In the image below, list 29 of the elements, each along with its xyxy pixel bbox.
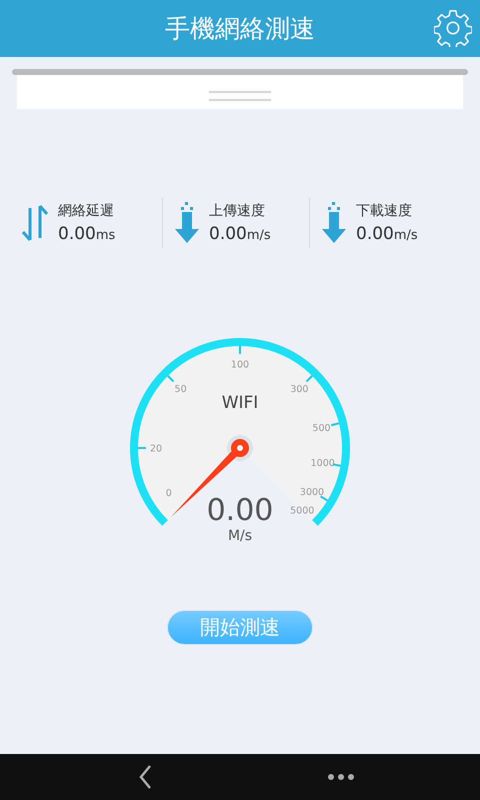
stat-unit: m/s: [394, 228, 418, 243]
stat-label: 網絡延遲: [58, 202, 115, 220]
stat-value: 0.00: [356, 224, 394, 244]
stat-label: 上傳速度: [209, 202, 266, 220]
stat-label: 下載速度: [356, 202, 413, 220]
network-type-label: WIFI: [222, 393, 258, 413]
download-arrow-icon: [322, 201, 346, 245]
tick-label: 300: [290, 384, 308, 396]
stat-unit: m/s: [246, 228, 271, 243]
tick-label: 50: [174, 384, 187, 396]
app-title: 手機網絡測速: [165, 13, 315, 45]
drag-handle-icon[interactable]: [209, 89, 271, 103]
stat-unit: ms: [96, 228, 116, 243]
speed-unit: M/s: [228, 528, 252, 544]
tick-label: 0: [166, 488, 172, 500]
stat-value: 0.00: [209, 224, 247, 244]
settings-icon[interactable]: [434, 9, 472, 47]
download-arrow-icon: [175, 201, 199, 245]
tick-label: 5000: [290, 506, 314, 517]
more-icon[interactable]: [326, 773, 354, 781]
tick-label: 20: [150, 444, 162, 454]
tick-label: 3000: [300, 486, 324, 498]
start-test-button[interactable]: 開始測速: [167, 610, 313, 645]
tick-label: 1000: [310, 458, 335, 470]
stat-value: 0.00: [58, 224, 96, 244]
speed-reading: 0.00: [206, 494, 274, 528]
tick-label: 100: [230, 360, 250, 370]
tick-label: 500: [312, 423, 331, 434]
up-down-arrows-icon: [22, 202, 48, 244]
